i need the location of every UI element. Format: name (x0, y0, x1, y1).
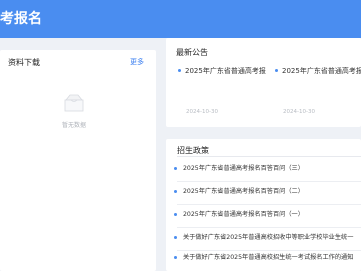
empty-box-icon (64, 94, 84, 112)
downloads-title: 资料下载 (8, 58, 40, 67)
news-item-title: 2025年广东省普通高考报 (185, 67, 266, 75)
news-item[interactable]: 2025年广东省普通高考报 2024-10-30 (178, 66, 270, 116)
top-header: 考报名 (0, 0, 361, 38)
news-bullet-icon (275, 69, 278, 72)
policy-list-item[interactable]: 2025年广东省普通高考报名百答百问（三） (174, 162, 361, 182)
policy-list-item[interactable]: 2025年广东省普通高考报名百答百问（二） (174, 185, 361, 205)
page-title: 考报名 (0, 11, 42, 27)
policy-list-item[interactable]: 关于做好广东省2025年普通高校招生统一考试报名工作的通知 (174, 251, 361, 271)
policy-item-text: 2025年广东省普通高考报名百答百问（二） (183, 188, 304, 195)
news-item-title: 2025年广东省普通高考报 (282, 67, 361, 75)
news-item[interactable]: 2025年广东省普通高考报 2024-10-30 (275, 66, 361, 116)
news-title: 最新公告 (176, 48, 208, 57)
policy-bullet-icon (174, 190, 177, 193)
divider (177, 227, 361, 228)
policy-divider (177, 156, 361, 157)
divider (177, 204, 361, 205)
policy-list-item[interactable]: 关于做好广东省2025年普通高校招收中等职业学校毕业生统一 (174, 231, 361, 251)
downloads-more-link[interactable]: 更多 (130, 57, 144, 67)
policy-bullet-icon (174, 256, 177, 259)
empty-text: 暂无数据 (62, 122, 87, 129)
policy-item-text: 2025年广东省普通高考报名百答百问（三） (183, 165, 304, 172)
policy-bullet-icon (174, 236, 177, 239)
news-panel: 最新公告 2025年广东省普通高考报 2024-10-30 2025年广东省普通… (166, 38, 361, 127)
policy-bullet-icon (174, 167, 177, 170)
news-item-date: 2024-10-30 (186, 109, 218, 115)
policy-item-text: 关于做好广东省2025年普通高校招生统一考试报名工作的通知 (183, 254, 354, 261)
policy-bullet-icon (174, 213, 177, 216)
policy-item-text: 2025年广东省普通高考报名百答百问（一） (183, 211, 304, 218)
policy-item-text: 关于做好广东省2025年普通高校招收中等职业学校毕业生统一 (183, 234, 354, 241)
policy-panel: 招生政策 2025年广东省普通高考报名百答百问（三） 2025年广东省普通高考报… (166, 139, 361, 271)
divider (177, 181, 361, 182)
policy-title: 招生政策 (177, 146, 209, 155)
news-bullet-icon (178, 69, 181, 72)
news-item-date: 2024-10-30 (283, 109, 315, 115)
policy-list-item[interactable]: 2025年广东省普通高考报名百答百问（一） (174, 208, 361, 228)
downloads-panel: 资料下载 更多 暂无数据 (0, 50, 156, 271)
